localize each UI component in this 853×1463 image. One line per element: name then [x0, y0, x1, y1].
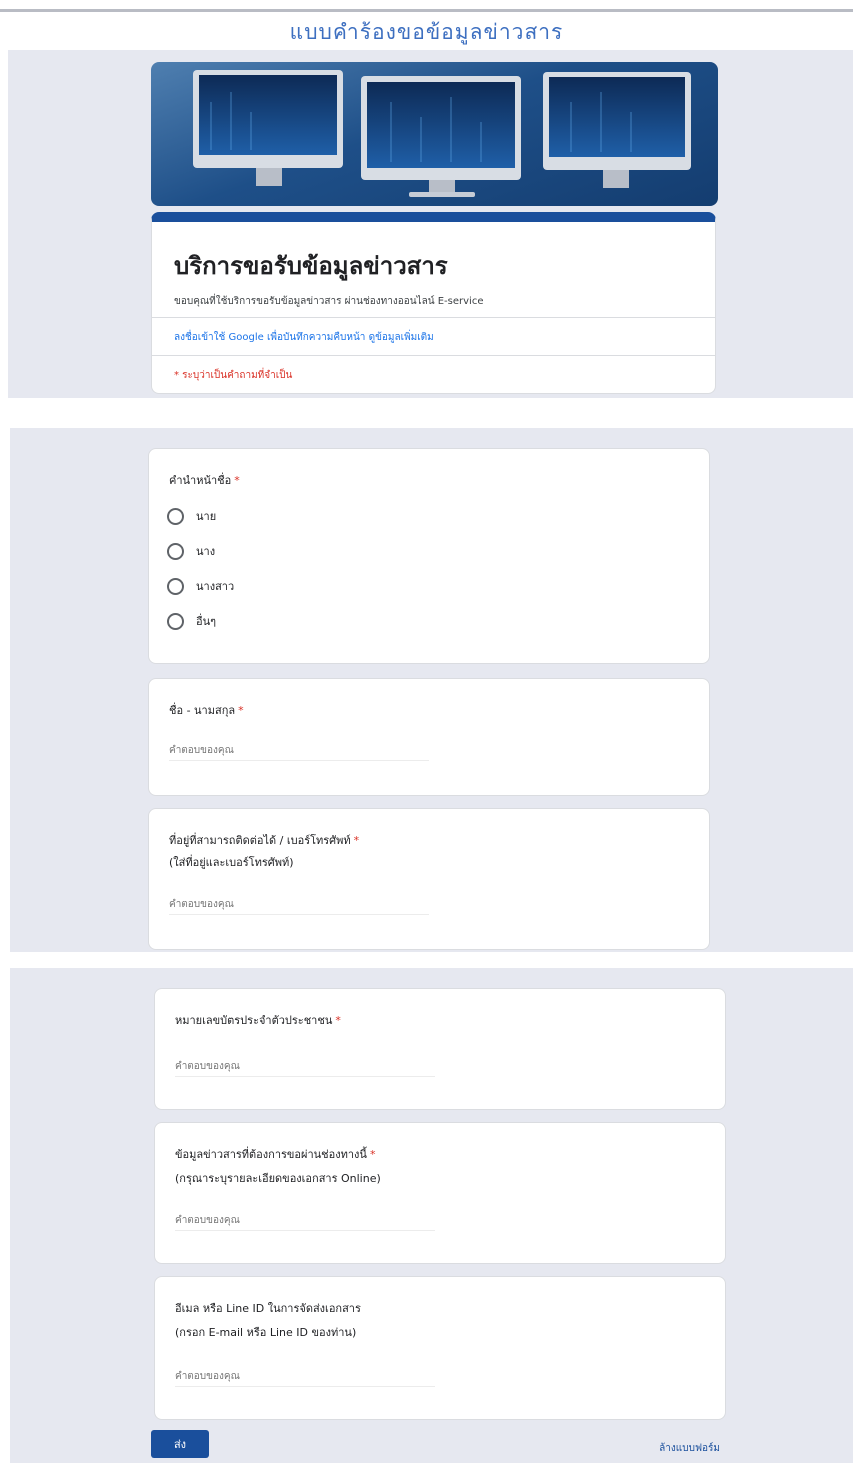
question-card-contact: อีเมล หรือ Line ID ในการจัดส่งเอกสาร (กร… [154, 1276, 726, 1420]
address-input[interactable] [169, 895, 429, 915]
question-card-id: หมายเลขบัตรประจำตัวประชาชน * [154, 988, 726, 1110]
header-divider-2 [152, 355, 715, 356]
question-title-contact: อีเมล หรือ Line ID ในการจัดส่งเอกสาร [175, 1302, 361, 1315]
radio-label: นาง [196, 545, 216, 558]
account-notice: ลงชื่อเข้าใช้ Google เพื่อบันทึกความคืบห… [174, 330, 434, 345]
question-title-prefix: คำนำหน้าชื่อ * [169, 474, 240, 487]
form-description: ขอบคุณที่ใช้บริการขอรับข้อมูลข่าวสาร ผ่า… [174, 296, 484, 307]
radio-button-icon[interactable] [167, 542, 184, 560]
contact-input[interactable] [175, 1367, 435, 1387]
clear-form-link[interactable]: ล้างแบบฟอร์ม [600, 1441, 720, 1456]
radio-option-other[interactable]: อื่นๆ [167, 610, 216, 632]
radio-label: อื่นๆ [196, 615, 217, 628]
question-card-name: ชื่อ - นามสกุล * [148, 678, 710, 796]
radio-button-icon[interactable] [167, 577, 184, 595]
monitors-illustration [193, 70, 691, 197]
form-header-card: บริการขอรับข้อมูลข่าวสาร ขอบคุณที่ใช้บริ… [151, 212, 716, 394]
submit-button[interactable]: ส่ง [151, 1430, 209, 1458]
question-subtitle-address: (ใส่ที่อยู่และเบอร์โทรศัพท์) [169, 856, 294, 869]
page-heading: แบบคำร้องขอข้อมูลข่าวสาร [289, 20, 564, 44]
question-card-prefix: คำนำหน้าชื่อ * นาย นาง นางสาว อื่นๆ [148, 448, 710, 664]
question-title-id: หมายเลขบัตรประจำตัวประชาชน * [175, 1014, 341, 1027]
required-note: * ระบุว่าเป็นคำถามที่จำเป็น [174, 370, 293, 381]
id-card-input[interactable] [175, 1057, 435, 1077]
document-input[interactable] [175, 1211, 435, 1231]
radio-option-mr[interactable]: นาย [167, 505, 216, 527]
header-divider [152, 317, 715, 318]
radio-option-miss[interactable]: นางสาว [167, 575, 234, 597]
learn-more-link[interactable]: ดูข้อมูลเพิ่มเติม [369, 332, 434, 343]
radio-label: นาย [196, 510, 217, 523]
question-subtitle-document: (กรุณาระบุรายละเอียดของเอกสาร Online) [175, 1172, 381, 1185]
radio-button-icon[interactable] [167, 507, 184, 525]
radio-label: นางสาว [196, 580, 235, 593]
form-title: บริการขอรับข้อมูลข่าวสาร [174, 251, 448, 280]
question-title-address: ที่อยู่ที่สามารถติดต่อได้ / เบอร์โทรศัพท… [169, 834, 360, 847]
top-rule [0, 9, 853, 12]
radio-button-icon[interactable] [167, 612, 184, 630]
sign-in-link[interactable]: ลงชื่อเข้าใช้ Google เพื่อบันทึกความคืบห… [174, 332, 365, 343]
header-banner-image [151, 62, 718, 206]
question-card-address: ที่อยู่ที่สามารถติดต่อได้ / เบอร์โทรศัพท… [148, 808, 710, 950]
question-title-name: ชื่อ - นามสกุล * [169, 704, 244, 717]
question-card-document: ข้อมูลข่าวสารที่ต้องการขอผ่านช่องทางนี้ *… [154, 1122, 726, 1264]
name-input[interactable] [169, 741, 429, 761]
question-title-document: ข้อมูลข่าวสารที่ต้องการขอผ่านช่องทางนี้ * [175, 1148, 376, 1161]
question-subtitle-contact: (กรอก E-mail หรือ Line ID ของท่าน) [175, 1326, 357, 1339]
radio-option-mrs[interactable]: นาง [167, 540, 215, 562]
